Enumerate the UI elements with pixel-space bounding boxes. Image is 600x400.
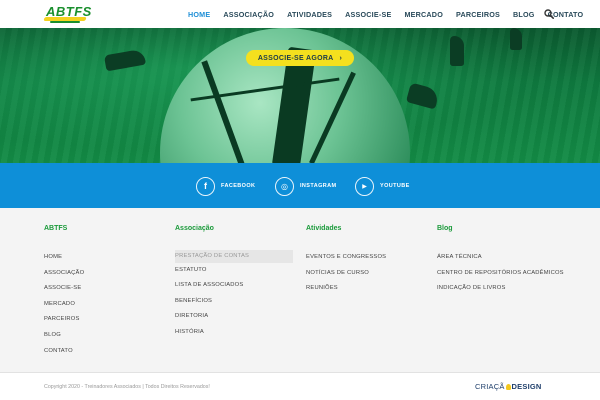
footer-column-blog: Blog ÁREA TÉCNICA CENTRO DE REPOSITÓRIOS… bbox=[437, 225, 564, 300]
footer-links: ABTFS HOME ASSOCIAÇÃO ASSOCIE-SE MERCADO… bbox=[0, 208, 600, 372]
instagram-icon: ◎ bbox=[275, 176, 294, 196]
social-link-instagram[interactable]: ◎ INSTAGRAM bbox=[275, 176, 337, 196]
main-nav: HOME ASSOCIAÇÃO ATIVIDADES ASSOCIE-SE ME… bbox=[188, 0, 596, 28]
hero-banner: ASSOCIE-SE AGORA › bbox=[0, 28, 600, 163]
lightbulb-icon bbox=[505, 384, 511, 390]
copyright-bar: Copyright 2020 - Treinadores Associados … bbox=[0, 372, 600, 400]
footer-column-abtfs: ABTFS HOME ASSOCIAÇÃO ASSOCIE-SE MERCADO… bbox=[44, 225, 84, 362]
footer-link-area-tecnica[interactable]: ÁREA TÉCNICA bbox=[437, 253, 564, 269]
footer-link-parceiros[interactable]: PARCEIROS bbox=[44, 315, 84, 331]
facebook-icon: f bbox=[196, 176, 215, 196]
join-now-label: ASSOCIE-SE AGORA bbox=[257, 54, 334, 62]
nav-item-associe-se[interactable]: ASSOCIE-SE bbox=[345, 10, 391, 19]
social-link-youtube[interactable]: ▶ YOUTUBE bbox=[355, 176, 410, 196]
search-icon[interactable] bbox=[544, 9, 554, 19]
footer-link-mercado[interactable]: MERCADO bbox=[44, 300, 84, 316]
footer-link-diretoria[interactable]: DIRETORIA bbox=[175, 312, 293, 328]
nav-item-atividades[interactable]: ATIVIDADES bbox=[287, 10, 332, 19]
footer-link-indicacao-de-livros[interactable]: INDICAÇÃO DE LIVROS bbox=[437, 284, 564, 300]
footer-link-centro-de-repositorios[interactable]: CENTRO DE REPOSITÓRIOS ACADÊMICOS bbox=[437, 269, 564, 285]
footer-column-title: Blog bbox=[437, 225, 453, 232]
footer-link-reunioes[interactable]: REUNIÕES bbox=[306, 284, 386, 300]
social-label-youtube: YOUTUBE bbox=[380, 183, 410, 189]
footer-link-associe-se[interactable]: ASSOCIE-SE bbox=[44, 284, 84, 300]
footer-column-associacao: Associação PRESTAÇÃO DE CONTAS ESTATUTO … bbox=[175, 225, 293, 344]
footer-link-home[interactable]: HOME bbox=[44, 253, 84, 269]
social-label-facebook: FACEBOOK bbox=[221, 183, 256, 189]
player-leg bbox=[450, 36, 464, 66]
social-bar: f FACEBOOK ◎ INSTAGRAM ▶ YOUTUBE bbox=[0, 163, 600, 208]
site-logo[interactable]: ABTFS bbox=[43, 2, 91, 24]
footer-link-lista-de-associados[interactable]: LISTA DE ASSOCIADOS bbox=[175, 281, 293, 297]
social-link-facebook[interactable]: f FACEBOOK bbox=[196, 176, 255, 196]
footer-column-title: Associação bbox=[175, 225, 214, 232]
footer-link-estatuto[interactable]: ESTATUTO bbox=[175, 266, 293, 282]
social-label-instagram: INSTAGRAM bbox=[300, 183, 337, 189]
credit-text-part2: DESIGN bbox=[511, 382, 542, 391]
chevron-right-icon: › bbox=[339, 54, 343, 62]
footer-link-contato[interactable]: CONTATO bbox=[44, 347, 84, 363]
nav-item-parceiros[interactable]: PARCEIROS bbox=[456, 10, 500, 19]
footer-column-atividades: Atividades EVENTOS E CONGRESSOS NOTÍCIAS… bbox=[306, 225, 386, 300]
footer-link-historia[interactable]: HISTÓRIA bbox=[175, 328, 293, 344]
footer-link-associacao[interactable]: ASSOCIAÇÃO bbox=[44, 269, 84, 285]
youtube-icon: ▶ bbox=[355, 176, 374, 196]
site-header: ABTFS HOME ASSOCIAÇÃO ATIVIDADES ASSOCIE… bbox=[0, 0, 600, 28]
nav-item-mercado[interactable]: MERCADO bbox=[404, 10, 443, 19]
footer-link-blog[interactable]: BLOG bbox=[44, 331, 84, 347]
footer-link-beneficios[interactable]: BENEFÍCIOS bbox=[175, 297, 293, 313]
nav-item-home[interactable]: HOME bbox=[188, 10, 210, 19]
nav-item-blog[interactable]: BLOG bbox=[513, 10, 535, 19]
player-leg bbox=[510, 28, 522, 50]
footer-link-prestacao-de-contas[interactable]: PRESTAÇÃO DE CONTAS bbox=[175, 250, 293, 263]
agency-credit-link[interactable]: CRIAÇÃ DESIGN bbox=[475, 382, 542, 391]
nav-item-associacao[interactable]: ASSOCIAÇÃO bbox=[223, 10, 274, 19]
footer-link-eventos-e-congressos[interactable]: EVENTOS E CONGRESSOS bbox=[306, 253, 386, 269]
logo-swoosh-underline bbox=[50, 21, 80, 23]
join-now-button[interactable]: ASSOCIE-SE AGORA › bbox=[246, 50, 354, 66]
ball-seam bbox=[201, 60, 245, 163]
footer-link-noticias-de-curso[interactable]: NOTÍCIAS DE CURSO bbox=[306, 269, 386, 285]
ball-seam bbox=[309, 71, 356, 163]
footer-column-title: Atividades bbox=[306, 225, 342, 232]
copyright-text: Copyright 2020 - Treinadores Associados … bbox=[44, 384, 210, 390]
footer-column-title: ABTFS bbox=[44, 225, 68, 232]
credit-text-part1: CRIAÇÃ bbox=[475, 382, 505, 391]
